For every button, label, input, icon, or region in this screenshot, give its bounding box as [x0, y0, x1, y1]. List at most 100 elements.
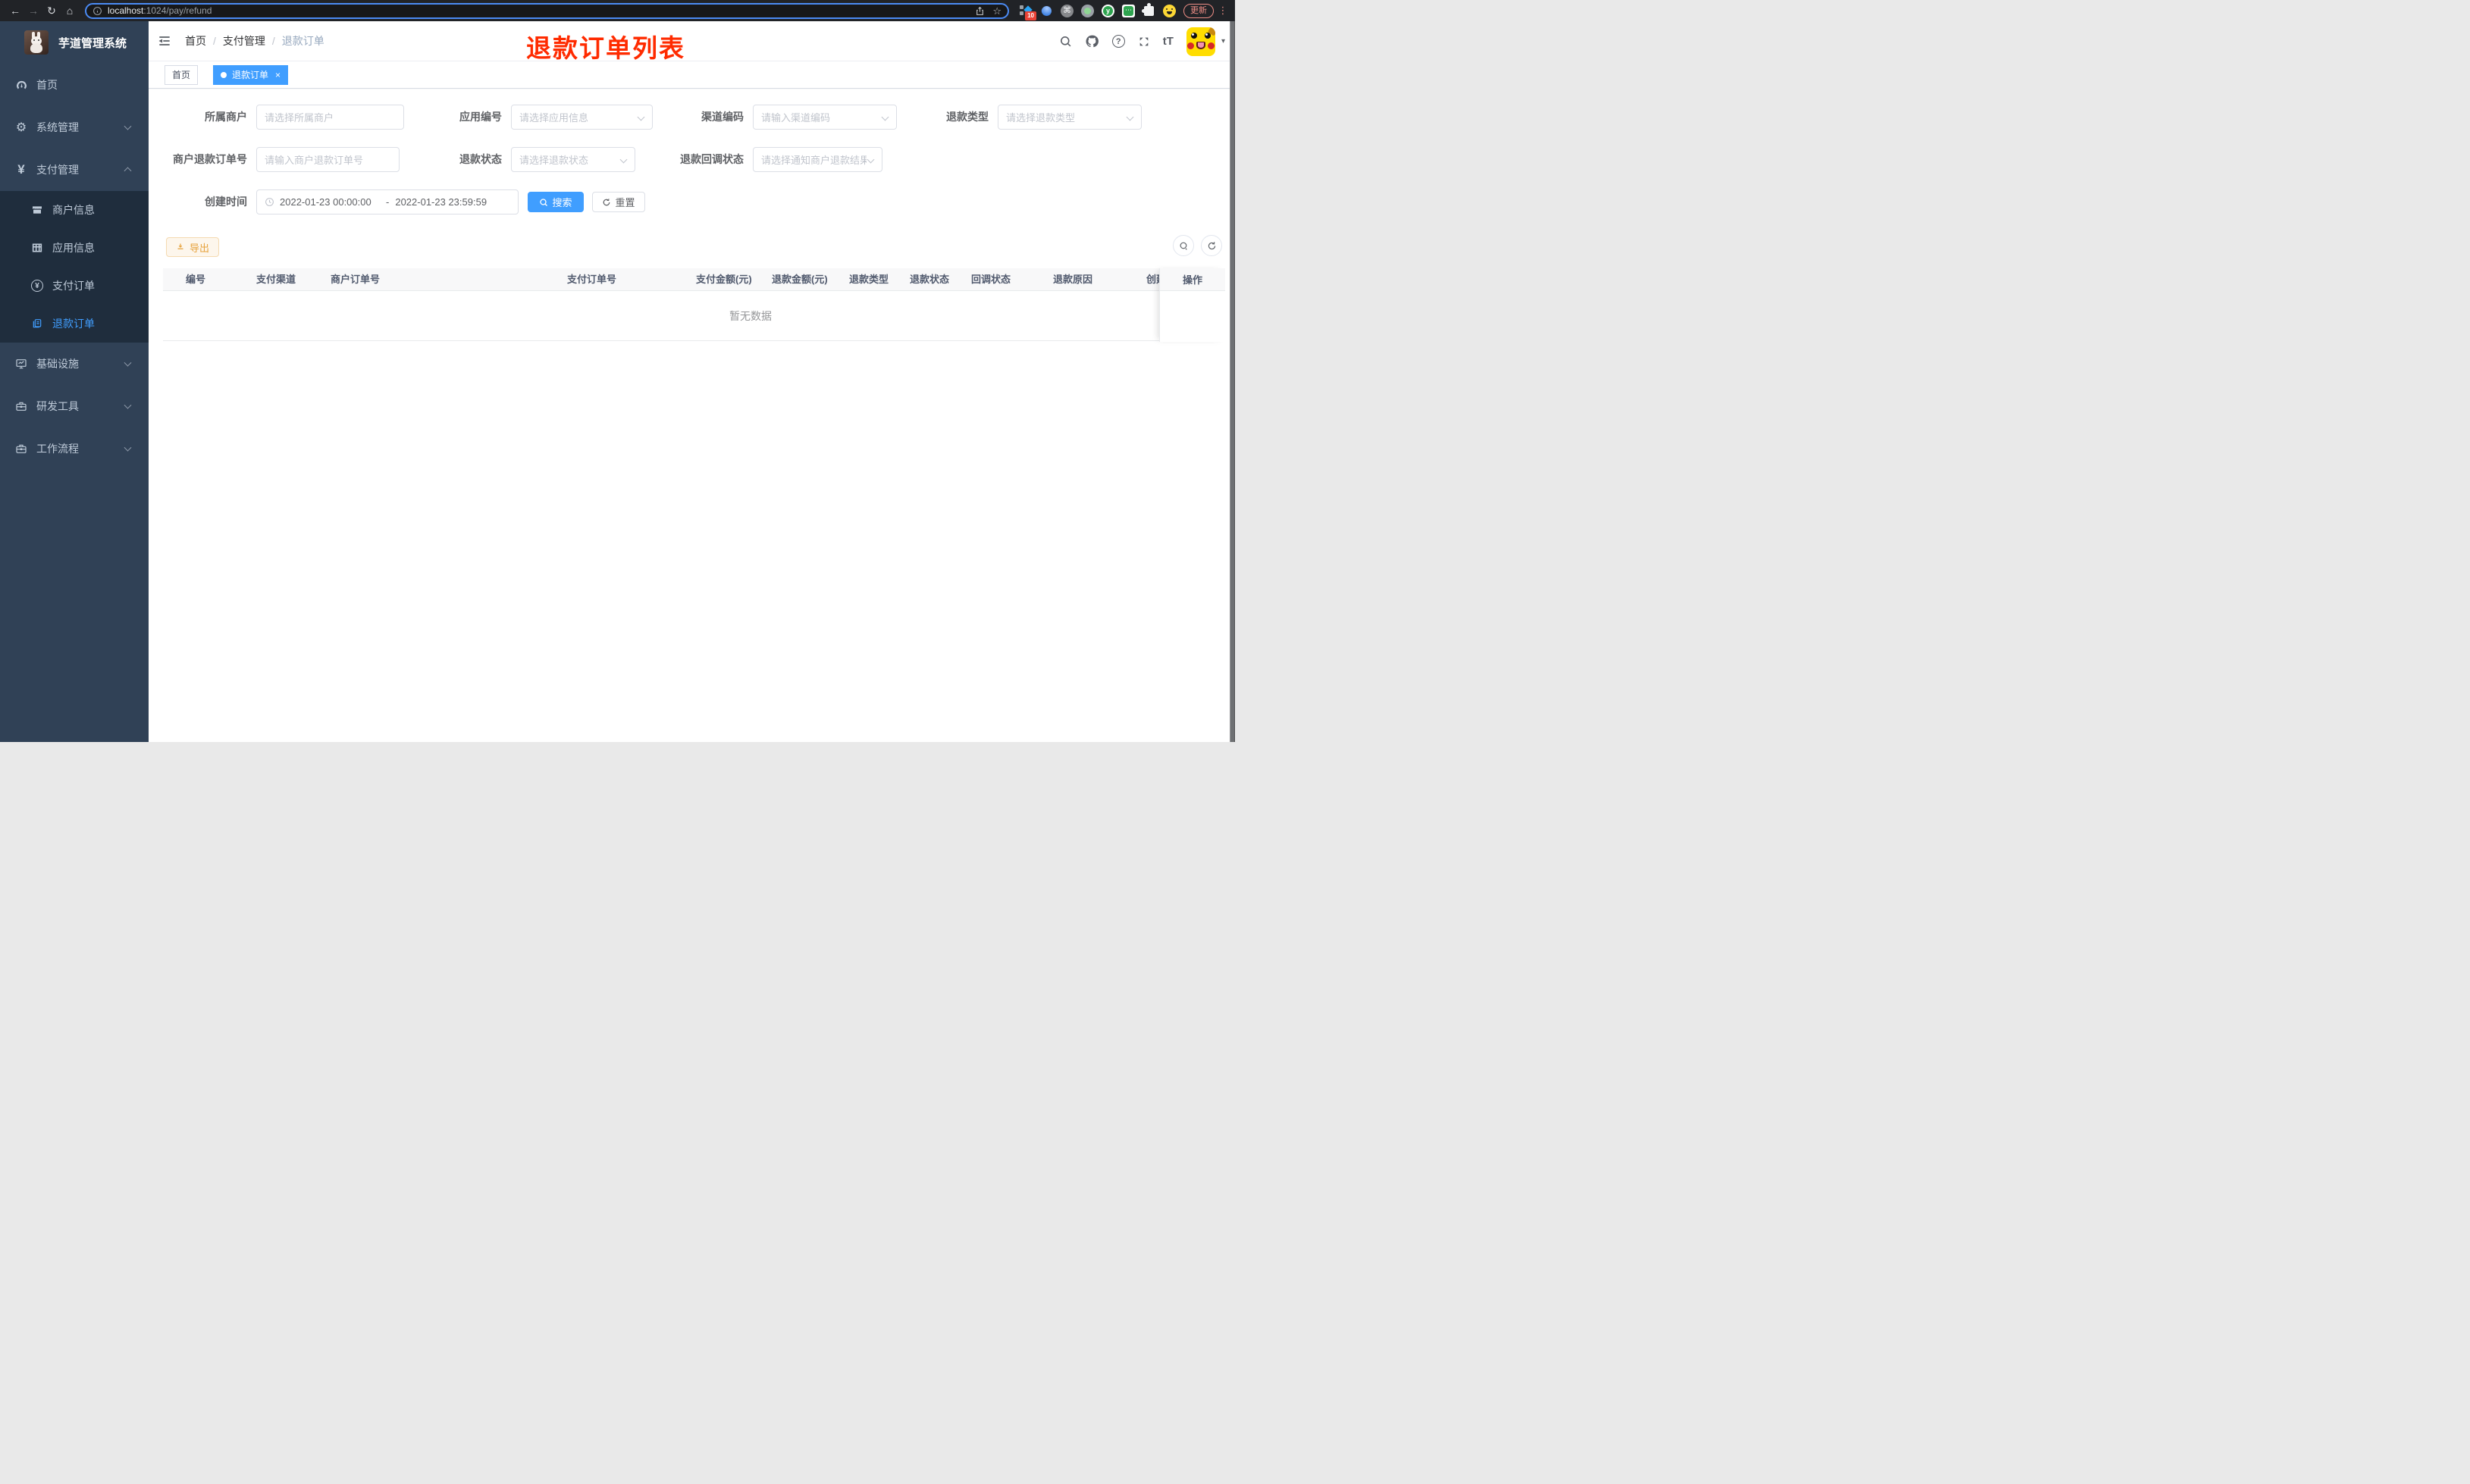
refresh-icon [603, 198, 610, 205]
address-bar[interactable]: localhost:1024/pay/refund ☆ [85, 2, 1009, 19]
fullscreen-icon[interactable] [1138, 36, 1150, 48]
sidebar-item-pay[interactable]: ¥ 支付管理 [0, 149, 149, 191]
search-button-label: 搜索 [552, 197, 572, 208]
site-info-icon[interactable] [92, 6, 102, 16]
bookmark-star-icon[interactable]: ☆ [992, 5, 1001, 17]
gear-icon: ⚙ [15, 121, 27, 134]
column-header: 操作 [1160, 268, 1225, 291]
briefcase-icon [13, 400, 30, 412]
page-title: 退款订单列表 [526, 34, 685, 62]
column-header: 退款状态 [910, 274, 950, 285]
extension-chat-icon[interactable]: ⋯ [1122, 4, 1135, 17]
refresh-table-button[interactable] [1201, 235, 1222, 256]
font-size-icon[interactable]: tT [1163, 35, 1174, 48]
extension-diamond-icon[interactable]: 10 [1020, 5, 1036, 20]
sidebar-item-merchant-info[interactable]: 商户信息 [0, 191, 149, 229]
fixed-action-column: 操作 [1159, 268, 1225, 342]
breadcrumb-pay[interactable]: 支付管理 [223, 33, 265, 49]
filter-label-channel: 渠道编码 [701, 111, 744, 123]
navbar-actions: ? tT ▾ [1059, 21, 1225, 61]
monitor-chart-icon [13, 358, 30, 370]
grid-icon [29, 242, 45, 254]
sidebar: 芋道管理系统 首页 ⚙ 系统管理 ¥ 支付管理 商户信息 应用信息 ¥ 支付订单… [0, 21, 149, 742]
hamburger-icon[interactable] [157, 33, 172, 49]
browser-menu-icon[interactable]: ⋮ [1217, 5, 1229, 17]
url-host: localhost [108, 5, 144, 16]
app-title: 芋道管理系统 [58, 36, 127, 50]
sidebar-item-devtools[interactable]: 研发工具 [0, 385, 149, 427]
extension-yudao-icon[interactable]: y [1102, 4, 1114, 17]
clock-icon [265, 198, 274, 206]
browser-update-button[interactable]: 更新 [1183, 3, 1214, 18]
column-header: 回调状态 [971, 274, 1011, 285]
browser-forward-icon[interactable]: → [24, 0, 42, 21]
share-icon[interactable] [975, 6, 985, 16]
sidebar-item-workflow[interactable]: 工作流程 [0, 427, 149, 470]
help-icon[interactable]: ? [1111, 35, 1125, 48]
browser-toolbar: ← → ↻ ⌂ localhost:1024/pay/refund ☆ 10 ⌘… [0, 0, 1235, 21]
shop-icon [29, 204, 45, 216]
table-body: 暂无数据 [163, 291, 1225, 341]
column-header: 退款原因 [1053, 274, 1093, 285]
avatar-caret-icon[interactable]: ▾ [1221, 37, 1225, 45]
sidebar-item-label: 应用信息 [52, 242, 95, 254]
url-path: :1024/pay/refund [143, 5, 212, 16]
main-area: 首页 / 支付管理 / 退款订单 退款订单列表 ? tT ▾ 首页 退款订单 ×… [149, 21, 1235, 742]
sidebar-item-refund-order[interactable]: 退款订单 [0, 305, 149, 343]
briefcase-icon [13, 443, 30, 455]
refund-type-select[interactable]: 请选择退款类型 [998, 105, 1142, 130]
extension-circle-icon[interactable] [1081, 4, 1094, 17]
extensions-puzzle-icon[interactable] [1143, 5, 1155, 17]
filter-label-type: 退款类型 [946, 111, 989, 123]
extensions-area: 10 ⌘ y ⋯ [1020, 3, 1176, 20]
end-date-value: 2022-01-23 23:59:59 [395, 196, 487, 208]
user-avatar[interactable] [1186, 27, 1215, 56]
sidebar-item-label: 研发工具 [36, 400, 79, 412]
export-button[interactable]: 导出 [166, 237, 220, 257]
app-logo-row[interactable]: 芋道管理系统 [0, 21, 149, 64]
toggle-search-button[interactable] [1173, 235, 1194, 256]
breadcrumb-home[interactable]: 首页 [185, 33, 206, 49]
search-icon[interactable] [1059, 35, 1072, 48]
window-scrollbar[interactable] [1230, 21, 1235, 742]
notify-status-select[interactable]: 请选择通知商户退款结果的 [753, 147, 882, 172]
sidebar-item-label: 支付管理 [36, 164, 79, 176]
tag-refund-order[interactable]: 退款订单 × [213, 64, 289, 85]
extension-badge: 10 [1025, 11, 1036, 20]
extension-command-icon[interactable]: ⌘ [1061, 4, 1074, 17]
sidebar-item-home[interactable]: 首页 [0, 64, 149, 106]
column-header: 编号 [186, 274, 206, 285]
download-icon [177, 243, 183, 249]
chevron-down-icon [124, 122, 132, 130]
profile-emoji-icon[interactable] [1163, 4, 1176, 17]
sidebar-item-label: 商户信息 [52, 204, 95, 216]
start-date-value: 2022-01-23 00:00:00 [280, 196, 371, 208]
create-time-range-picker[interactable]: 2022-01-23 00:00:00 - 2022-01-23 23:59:5… [256, 189, 519, 214]
sidebar-item-label: 工作流程 [36, 443, 79, 455]
tag-home[interactable]: 首页 [165, 64, 199, 85]
sidebar-item-infra[interactable]: 基础设施 [0, 343, 149, 385]
reset-button[interactable]: 重置 [592, 192, 645, 212]
breadcrumb: 首页 / 支付管理 / 退款订单 [185, 33, 324, 49]
column-header: 支付渠道 [256, 274, 296, 285]
browser-home-icon[interactable]: ⌂ [61, 0, 79, 21]
search-button[interactable]: 搜索 [528, 192, 584, 212]
yen-icon: ¥ [17, 162, 25, 177]
browser-back-icon[interactable]: ← [6, 0, 24, 21]
sidebar-item-pay-order[interactable]: ¥ 支付订单 [0, 267, 149, 305]
tag-close-icon[interactable]: × [275, 70, 281, 80]
yen-circle-icon: ¥ [29, 280, 45, 292]
browser-reload-icon[interactable]: ↻ [42, 0, 61, 21]
export-button-label: 导出 [190, 242, 210, 254]
sidebar-item-system[interactable]: ⚙ 系统管理 [0, 106, 149, 149]
filter-label-notify-status: 退款回调状态 [680, 153, 744, 165]
sidebar-item-app-info[interactable]: 应用信息 [0, 229, 149, 267]
github-icon[interactable] [1085, 34, 1099, 49]
chevron-up-icon [124, 167, 132, 175]
extension-gem-icon[interactable] [1039, 3, 1054, 18]
filter-label-status: 退款状态 [459, 153, 502, 165]
active-dot [221, 71, 227, 78]
page-content: 所属商户 请选择所属商户 应用编号 请选择应用信息 渠道编码 请输入渠道编码 退… [149, 89, 1235, 742]
placeholder-text: 请选择退款类型 [1006, 112, 1076, 124]
filter-label-app: 应用编号 [459, 111, 502, 123]
